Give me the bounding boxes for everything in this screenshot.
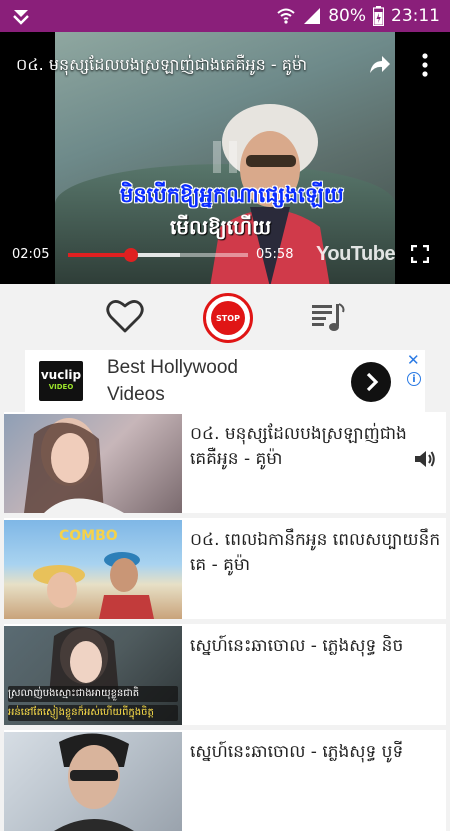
status-bar: 80% 23:11 bbox=[0, 0, 450, 32]
video-thumbnail: COMBO bbox=[4, 520, 182, 619]
more-options-icon[interactable] bbox=[418, 52, 432, 78]
thumb-caption-1: ស្រលាញ់បងស្មោះជាងអាយុខ្លួនជាតិ bbox=[8, 686, 178, 702]
video-title: ០៤. មនុស្សដែលបងស្រឡាញ់ជាងគេគឺអូន - គូម៉ា bbox=[16, 55, 308, 74]
playlist-music-icon[interactable] bbox=[310, 300, 346, 334]
current-time: 02:05 bbox=[12, 247, 50, 262]
list-item-title: ០៤. មនុស្សដែលបងស្រឡាញ់ជាងគេគឺអូន - គូម៉ា bbox=[190, 424, 407, 469]
player-controls: STOP bbox=[0, 284, 450, 350]
total-time: 05:58 bbox=[256, 247, 294, 262]
lyric-line-2: មើលឱ្យហើយ bbox=[170, 215, 272, 239]
youtube-watermark: YouTube bbox=[316, 243, 396, 265]
stop-button-label: STOP bbox=[211, 301, 245, 335]
ad-logo-subtext: VIDEO bbox=[48, 383, 74, 391]
lyric-line-1: មិនបើកឱ្យអ្នកណាផ្សេងឡើយ bbox=[120, 183, 344, 207]
fullscreen-icon[interactable] bbox=[411, 245, 429, 263]
favorite-heart-icon[interactable] bbox=[106, 298, 144, 334]
clock: 23:11 bbox=[391, 6, 440, 26]
ad-brand-logo: vuclip VIDEO bbox=[39, 361, 83, 401]
list-item-title: ស្នេហ៍នេះឆាចោល - ភ្លេងសុទ្ធ និច bbox=[190, 636, 404, 656]
stop-button[interactable]: STOP bbox=[203, 293, 253, 343]
list-item[interactable]: COMBO ០៤. ពេលឯកានឹកអូន ពេលសប្បាយនឹកគេ - … bbox=[4, 518, 446, 619]
thumb-caption-2: អន់នៅតែស្ញៀងខ្លួនក៏អស់ហើយពីក្នុងចិត្ត bbox=[8, 705, 178, 721]
battery-percent: 80% bbox=[328, 6, 366, 26]
wifi-icon bbox=[277, 8, 295, 24]
signal-icon bbox=[304, 8, 321, 24]
app-notification-icon bbox=[13, 10, 29, 25]
ad-info-icon[interactable]: i bbox=[407, 372, 421, 386]
video-player[interactable]: ០៤. មនុស្សដែលបងស្រឡាញ់ជាងគេគឺអូន - គូម៉ា… bbox=[0, 32, 450, 284]
now-playing-speaker-icon bbox=[415, 451, 435, 467]
seek-bar[interactable] bbox=[68, 248, 248, 262]
list-item[interactable]: ០៤. មនុស្សដែលបងស្រឡាញ់ជាងគេគឺអូន - គូម៉ា bbox=[4, 412, 446, 513]
pause-icon[interactable] bbox=[205, 137, 245, 177]
ad-logo-text: vuclip bbox=[40, 368, 82, 382]
ad-headline[interactable]: Best Hollywood Videos bbox=[107, 354, 287, 408]
video-thumbnail bbox=[4, 732, 182, 831]
seek-thumb[interactable] bbox=[124, 248, 138, 262]
share-icon[interactable] bbox=[368, 53, 392, 75]
list-item[interactable]: ស្រលាញ់បងស្មោះជាងអាយុខ្លួនជាតិ អន់នៅតែស្… bbox=[4, 624, 446, 725]
chevron-right-icon bbox=[366, 372, 379, 392]
seek-played bbox=[68, 253, 131, 257]
ad-open-button[interactable] bbox=[351, 362, 391, 402]
ad-close-icon[interactable]: ✕ bbox=[407, 351, 420, 369]
list-item[interactable]: ស្នេហ៍នេះឆាចោល - ភ្លេងសុទ្ធ បូទី bbox=[4, 730, 446, 831]
video-thumbnail bbox=[4, 414, 182, 513]
list-item-title: ០៤. ពេលឯកានឹកអូន ពេលសប្បាយនឹកគេ - គូម៉ា bbox=[190, 530, 441, 575]
list-item-title: ស្នេហ៍នេះឆាចោល - ភ្លេងសុទ្ធ បូទី bbox=[190, 742, 404, 762]
video-thumbnail: ស្រលាញ់បងស្មោះជាងអាយុខ្លួនជាតិ អន់នៅតែស្… bbox=[4, 626, 182, 725]
svg-text:COMBO: COMBO bbox=[59, 528, 118, 544]
ad-banner[interactable]: vuclip VIDEO Best Hollywood Videos ✕ i bbox=[25, 350, 425, 412]
battery-charging-icon bbox=[373, 6, 384, 26]
